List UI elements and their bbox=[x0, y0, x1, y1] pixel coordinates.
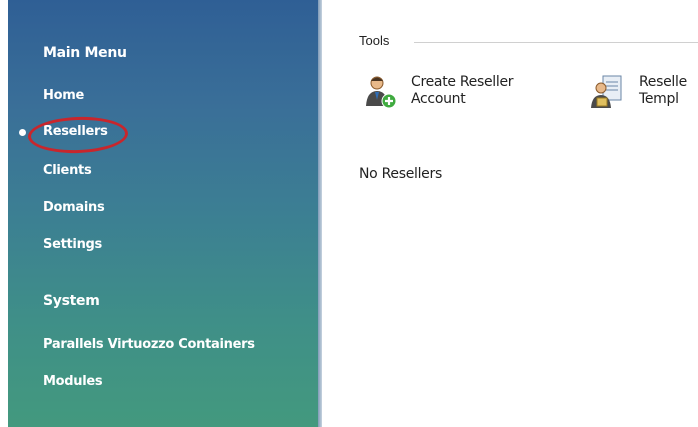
sidebar-border bbox=[318, 0, 322, 427]
sidebar-item-domains[interactable]: Domains bbox=[43, 200, 105, 215]
selected-bullet-icon bbox=[19, 129, 26, 136]
reseller-template-icon bbox=[591, 75, 622, 108]
sidebar-item-modules[interactable]: Modules bbox=[43, 374, 103, 389]
create-reseller-account-button[interactable]: Create Reseller Account bbox=[361, 74, 514, 110]
empty-state-message: No Resellers bbox=[359, 166, 442, 182]
system-heading: System bbox=[43, 293, 100, 309]
main-menu-heading: Main Menu bbox=[43, 45, 127, 61]
left-edge bbox=[0, 0, 8, 427]
sidebar-item-settings[interactable]: Settings bbox=[43, 237, 102, 252]
sidebar-item-parallels-virtuozzo-containers[interactable]: Parallels Virtuozzo Containers bbox=[43, 337, 255, 352]
create-reseller-icon bbox=[366, 76, 397, 109]
sidebar-item-home[interactable]: Home bbox=[43, 88, 84, 103]
tools-section-label: Tools bbox=[359, 33, 390, 48]
reseller-template-label: Reselle Templ bbox=[639, 74, 687, 107]
sidebar-item-clients[interactable]: Clients bbox=[43, 163, 92, 178]
reseller-template-button[interactable]: Reselle Templ bbox=[589, 74, 687, 110]
create-reseller-account-label: Create Reseller Account bbox=[411, 74, 514, 107]
tools-divider bbox=[414, 42, 698, 43]
